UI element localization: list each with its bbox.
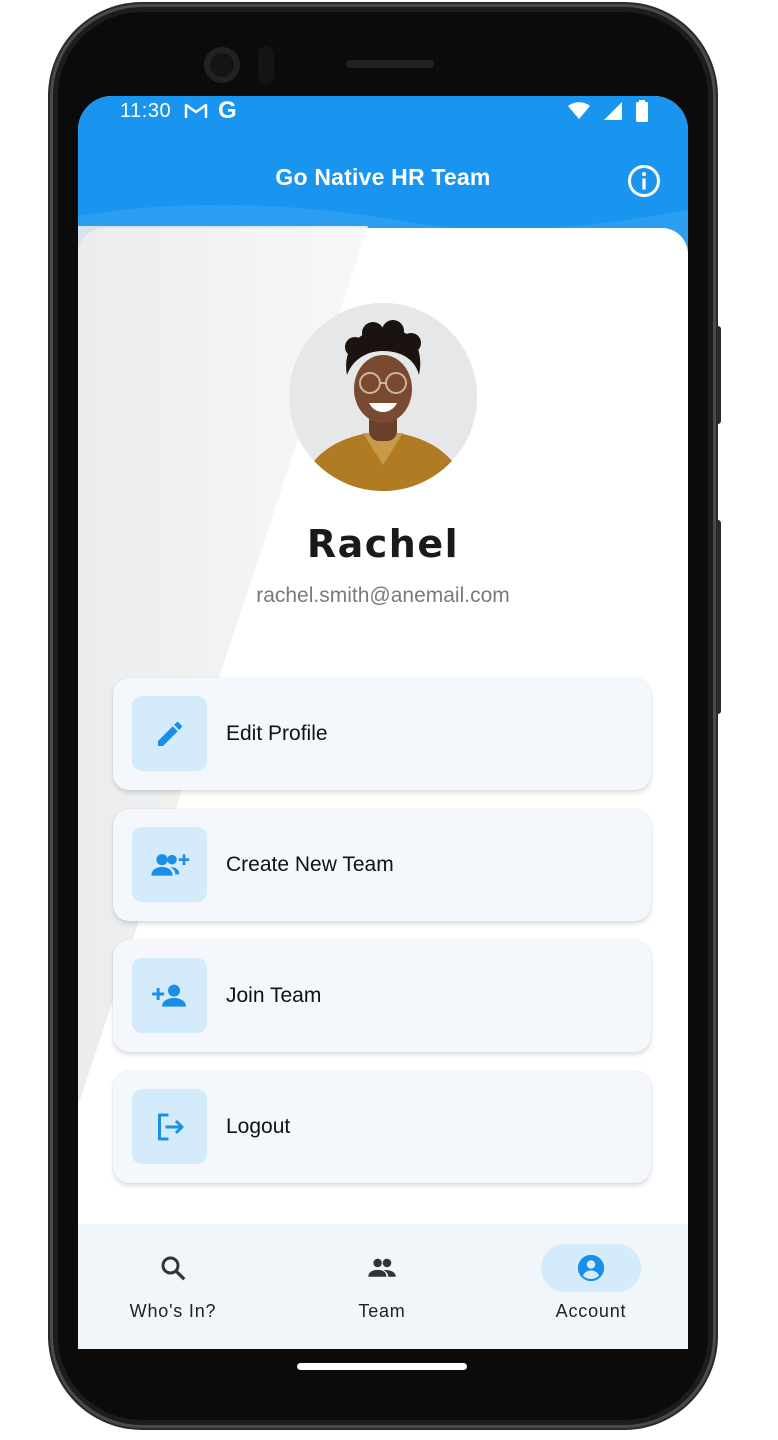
edit-profile-button[interactable]: Edit Profile	[113, 678, 651, 790]
search-icon	[161, 1256, 186, 1281]
nav-tab-whos-in[interactable]: Who's In?	[78, 1224, 273, 1349]
logout-button[interactable]: Logout	[113, 1071, 651, 1183]
menu-label: Create New Team	[226, 853, 394, 876]
profile-name: Rachel	[306, 522, 460, 566]
group-add-icon	[150, 853, 189, 876]
home-indicator[interactable]	[297, 1363, 467, 1370]
status-icons	[568, 100, 648, 122]
proximity-sensor	[258, 46, 274, 84]
front-camera	[204, 47, 240, 83]
account-circle-icon	[577, 1254, 605, 1282]
nav-label: Team	[358, 1301, 406, 1321]
earpiece-speaker	[346, 60, 434, 68]
info-icon	[628, 165, 660, 197]
gmail-notification-icon	[184, 102, 208, 126]
battery-icon	[636, 100, 648, 122]
join-team-button[interactable]: Join Team	[113, 940, 651, 1052]
pencil-icon	[157, 721, 182, 746]
google-notification-icon: G	[218, 97, 237, 124]
info-button[interactable]	[627, 164, 661, 198]
avatar	[289, 303, 477, 491]
menu-label: Join Team	[226, 984, 322, 1007]
page-title: Go Native HR Team	[275, 164, 491, 190]
wifi-icon	[568, 102, 590, 119]
nav-label: Who's In?	[129, 1301, 217, 1321]
profile-photo	[289, 303, 477, 491]
menu-icon-tile	[132, 696, 207, 771]
bottom-navigation: Who's In? Team Account	[78, 1224, 688, 1349]
menu-label: Logout	[226, 1115, 291, 1138]
menu-label: Edit Profile	[226, 722, 328, 745]
menu-icon-tile	[132, 1089, 207, 1164]
menu-icon-tile	[132, 827, 207, 902]
status-time: 11:30	[120, 100, 172, 122]
profile-email: rachel.smith@anemail.com	[256, 584, 510, 607]
create-new-team-button[interactable]: Create New Team	[113, 809, 651, 921]
people-icon	[368, 1258, 396, 1277]
nav-tab-account[interactable]: Account	[491, 1224, 688, 1349]
signal-icon	[604, 102, 622, 120]
app-screen: 11:30 G Go Native HR Team Rachel rachel.…	[78, 96, 688, 1349]
nav-tab-team[interactable]: Team	[282, 1224, 482, 1349]
nav-label: Account	[555, 1301, 627, 1321]
menu-icon-tile	[132, 958, 207, 1033]
person-add-icon	[151, 984, 186, 1007]
status-bar: 11:30 G	[78, 96, 688, 128]
logout-icon	[157, 1113, 183, 1140]
